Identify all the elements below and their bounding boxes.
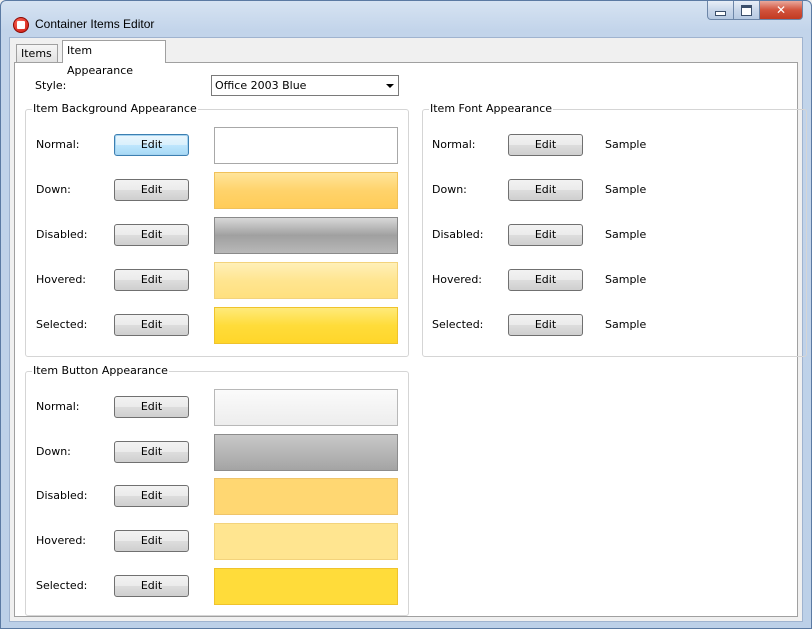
row-label: Down: xyxy=(432,183,467,196)
row-label: Down: xyxy=(36,445,71,458)
style-label: Style: xyxy=(35,79,67,92)
maximize-button[interactable] xyxy=(734,1,760,20)
bg-selected-swatch xyxy=(214,307,398,344)
row-label: Hovered: xyxy=(36,534,87,547)
bg-normal-swatch xyxy=(214,127,398,164)
font-normal-edit-button[interactable]: Edit xyxy=(508,134,583,156)
group-title: Item Background Appearance xyxy=(32,102,198,115)
row-label: Normal: xyxy=(432,138,476,151)
caption-buttons: ✕ xyxy=(707,1,803,21)
style-dropdown[interactable]: Office 2003 Blue xyxy=(211,75,399,96)
font-disabled-edit-button[interactable]: Edit xyxy=(508,224,583,246)
btn-selected-edit-button[interactable]: Edit xyxy=(114,575,189,597)
tab-item-appearance[interactable]: Item Appearance xyxy=(62,40,166,77)
btn-normal-swatch xyxy=(214,389,398,426)
bg-hovered-edit-button[interactable]: Edit xyxy=(114,269,189,291)
bg-normal-edit-button[interactable]: Edit xyxy=(114,134,189,156)
bg-hovered-swatch xyxy=(214,262,398,299)
btn-hovered-swatch xyxy=(214,523,398,560)
row-label: Down: xyxy=(36,183,71,196)
row-label: Hovered: xyxy=(432,273,483,286)
group-title: Item Font Appearance xyxy=(429,102,554,115)
btn-down-edit-button[interactable]: Edit xyxy=(114,441,189,463)
close-icon: ✕ xyxy=(775,3,787,17)
background-appearance-group: Item Background Appearance Normal: Edit … xyxy=(25,102,409,357)
font-disabled-sample: Sample xyxy=(605,228,647,241)
font-normal-sample: Sample xyxy=(605,138,647,151)
row-label: Hovered: xyxy=(36,273,87,286)
btn-selected-swatch xyxy=(214,568,398,605)
btn-normal-edit-button[interactable]: Edit xyxy=(114,396,189,418)
row-label: Selected: xyxy=(432,318,484,331)
btn-disabled-swatch xyxy=(214,478,398,515)
font-selected-sample: Sample xyxy=(605,318,647,331)
font-hovered-edit-button[interactable]: Edit xyxy=(508,269,583,291)
font-selected-edit-button[interactable]: Edit xyxy=(508,314,583,336)
bg-disabled-swatch xyxy=(214,217,398,254)
dropdown-arrow-icon xyxy=(386,84,394,88)
button-appearance-group: Item Button Appearance Normal: Edit Down… xyxy=(25,364,409,616)
row-label: Normal: xyxy=(36,138,80,151)
btn-disabled-edit-button[interactable]: Edit xyxy=(114,485,189,507)
row-label: Normal: xyxy=(36,400,80,413)
bg-selected-edit-button[interactable]: Edit xyxy=(114,314,189,336)
window-title: Container Items Editor xyxy=(35,17,155,31)
row-label: Disabled: xyxy=(36,228,88,241)
btn-down-swatch xyxy=(214,434,398,471)
font-down-edit-button[interactable]: Edit xyxy=(508,179,583,201)
window: Container Items Editor ✕ Items Item Appe… xyxy=(0,0,812,629)
app-icon xyxy=(13,17,29,33)
row-label: Disabled: xyxy=(432,228,484,241)
row-label: Selected: xyxy=(36,579,88,592)
tab-items[interactable]: Items xyxy=(16,44,58,62)
font-appearance-group: Item Font Appearance Normal: Edit Sample… xyxy=(422,102,807,357)
bg-down-swatch xyxy=(214,172,398,209)
font-hovered-sample: Sample xyxy=(605,273,647,286)
group-title: Item Button Appearance xyxy=(32,364,169,377)
maximize-icon xyxy=(741,4,752,16)
minimize-icon xyxy=(715,10,726,16)
client-area: Items Item Appearance Style: Office 2003… xyxy=(9,37,807,622)
bg-down-edit-button[interactable]: Edit xyxy=(114,179,189,201)
bg-disabled-edit-button[interactable]: Edit xyxy=(114,224,189,246)
style-dropdown-value: Office 2003 Blue xyxy=(215,79,307,92)
minimize-button[interactable] xyxy=(707,1,734,20)
row-label: Selected: xyxy=(36,318,88,331)
title-bar[interactable]: Container Items Editor ✕ xyxy=(1,1,811,37)
font-down-sample: Sample xyxy=(605,183,647,196)
row-label: Disabled: xyxy=(36,489,88,502)
tab-page-item-appearance: Style: Office 2003 Blue Item Background … xyxy=(14,62,807,617)
btn-hovered-edit-button[interactable]: Edit xyxy=(114,530,189,552)
close-button[interactable]: ✕ xyxy=(760,1,803,20)
